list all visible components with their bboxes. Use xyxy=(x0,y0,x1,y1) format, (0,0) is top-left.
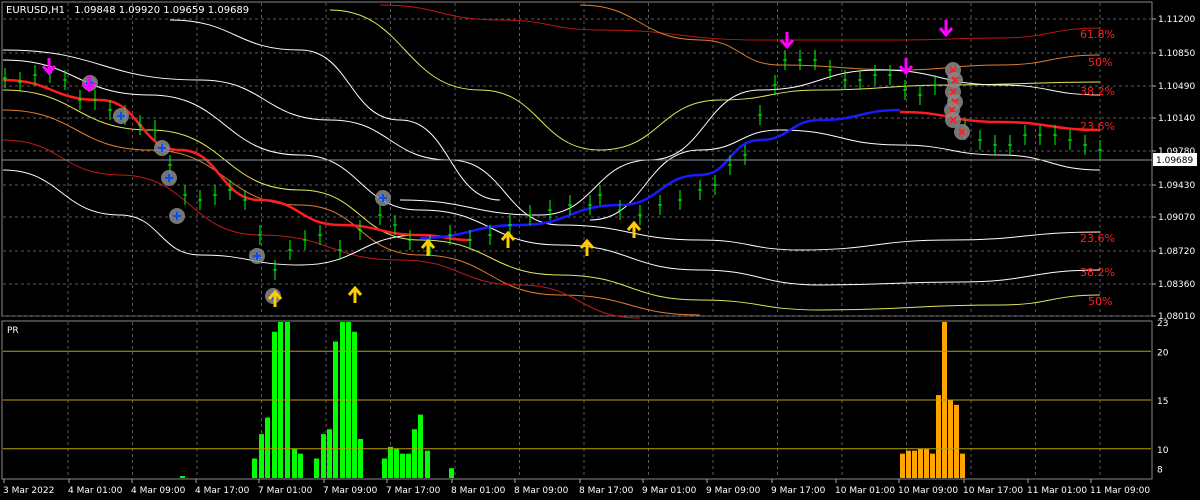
histogram-bar xyxy=(418,414,423,478)
histogram-bar xyxy=(314,458,319,478)
histogram-bar xyxy=(321,434,326,478)
histogram-bar xyxy=(180,476,185,478)
time-axis-label: 7 Mar 17:00 xyxy=(386,486,441,496)
sub-axis-label: 15 xyxy=(1157,397,1168,407)
chart-symbol-title: EURUSD,H1 1.09848 1.09920 1.09659 1.0968… xyxy=(6,5,249,16)
histogram-bar xyxy=(924,448,929,478)
time-axis-label: 7 Mar 09:00 xyxy=(323,486,378,496)
trading-chart[interactable]: EURUSD,H1 1.09848 1.09920 1.09659 1.0968… xyxy=(0,0,1200,500)
sub-panel-title: PR xyxy=(7,326,19,336)
price-tick-label: 1.10140 xyxy=(1158,114,1195,124)
histogram-bar xyxy=(259,434,264,478)
time-axis-label: 9 Mar 01:00 xyxy=(642,486,697,496)
sub-axis-label: 8 xyxy=(1157,465,1163,475)
time-axis-label: 10 Mar 17:00 xyxy=(963,486,1023,496)
time-axis-label: 10 Mar 09:00 xyxy=(898,486,958,496)
histogram-bar xyxy=(327,429,332,478)
histogram-bar xyxy=(912,450,917,478)
fib-lower-label-2: 38.2% xyxy=(1080,266,1115,279)
fib-lower-label-3: 50% xyxy=(1088,295,1112,308)
histogram-bar xyxy=(298,453,303,478)
time-axis-label: 4 Mar 01:00 xyxy=(68,486,123,496)
time-axis-label: 4 Mar 17:00 xyxy=(195,486,250,496)
histogram-bar xyxy=(388,446,393,478)
histogram-bar xyxy=(272,331,277,478)
current-price-text: 1.09689 xyxy=(1156,156,1193,166)
symbol-timeframe: EURUSD,H1 xyxy=(6,5,65,16)
time-axis-label: 11 Mar 01:00 xyxy=(1027,486,1087,496)
time-axis-label: 3 Mar 2022 xyxy=(3,486,54,496)
histogram-bar xyxy=(352,331,357,478)
histogram-bar xyxy=(265,417,270,478)
histogram-bar xyxy=(960,453,965,478)
time-axis-label: 7 Mar 01:00 xyxy=(258,486,313,496)
fib-upper-label-4: 23.6% xyxy=(1080,120,1115,133)
price-tick-label: 1.09430 xyxy=(1158,181,1195,191)
fib-upper-label-2: 50% xyxy=(1088,56,1112,69)
time-axis-label: 9 Mar 09:00 xyxy=(706,486,761,496)
chart-background xyxy=(0,0,1200,500)
histogram-bar xyxy=(412,429,417,478)
sub-axis-label: 10 xyxy=(1157,446,1169,456)
price-tick-label: 1.10490 xyxy=(1158,82,1195,92)
price-tick-label: 1.08360 xyxy=(1158,280,1195,290)
time-axis-label: 8 Mar 01:00 xyxy=(451,486,506,496)
price-tick-label: 1.08720 xyxy=(1158,247,1195,257)
fib-lower-label-1: 23.6% xyxy=(1080,232,1115,245)
histogram-bar xyxy=(252,458,257,478)
histogram-bar xyxy=(449,468,454,478)
histogram-bar xyxy=(425,450,430,478)
price-tick-label: 1.11200 xyxy=(1158,15,1195,25)
histogram-bar xyxy=(333,341,338,478)
sub-axis-label: 23 xyxy=(1157,319,1168,329)
histogram-bar xyxy=(900,453,905,478)
histogram-bar xyxy=(394,448,399,478)
histogram-bar xyxy=(918,448,923,478)
histogram-bar xyxy=(906,450,911,478)
histogram-bar xyxy=(954,404,959,478)
time-axis-label: 4 Mar 09:00 xyxy=(131,486,186,496)
price-tick-label: 1.10850 xyxy=(1158,49,1195,59)
histogram-bar xyxy=(292,448,297,478)
histogram-bar xyxy=(930,453,935,478)
time-axis-label: 8 Mar 17:00 xyxy=(579,486,634,496)
sub-axis-label: 20 xyxy=(1157,348,1169,358)
fib-upper-label-3: 38.2% xyxy=(1080,85,1115,98)
time-axis-label: 9 Mar 17:00 xyxy=(771,486,826,496)
histogram-bar xyxy=(358,439,363,478)
time-axis-label: 11 Mar 09:00 xyxy=(1090,486,1150,496)
histogram-bar xyxy=(936,395,941,478)
time-axis-label: 8 Mar 09:00 xyxy=(514,486,569,496)
price-tick-label: 1.09070 xyxy=(1158,213,1195,223)
ohlc-values: 1.09848 1.09920 1.09659 1.09689 xyxy=(74,5,249,16)
fib-upper-label-1: 61.8% xyxy=(1080,28,1115,41)
histogram-bar xyxy=(400,453,405,478)
histogram-bar xyxy=(948,400,953,478)
histogram-bar xyxy=(382,458,387,478)
time-axis-label: 10 Mar 01:00 xyxy=(835,486,895,496)
histogram-bar xyxy=(406,453,411,478)
